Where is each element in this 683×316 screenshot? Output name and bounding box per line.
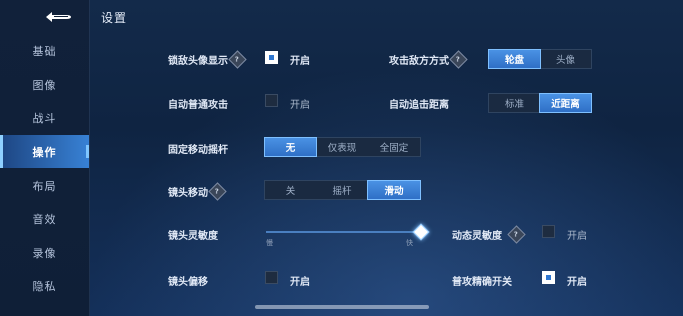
attack-mode-option-wheel[interactable]: 轮盘 (488, 49, 541, 69)
precise-attack-state: 开启 (567, 277, 587, 288)
lock-avatar-checkbox[interactable] (265, 51, 278, 64)
slider-min-label: 慢 (266, 239, 273, 247)
attack-mode-option-avatar[interactable]: 头像 (540, 50, 591, 68)
fixed-joystick-option-none[interactable]: 无 (264, 137, 317, 157)
help-icon[interactable]: ? (449, 50, 468, 69)
dynamic-sensitivity-checkbox[interactable] (542, 225, 555, 238)
help-icon[interactable]: ? (208, 182, 227, 201)
attack-mode-segmented: 轮盘 头像 (488, 49, 592, 69)
fixed-joystick-label: 固定移动摇杆 (168, 145, 228, 156)
camera-move-option-swipe[interactable]: 滑动 (367, 180, 421, 200)
auto-chase-option-standard[interactable]: 标准 (489, 94, 540, 112)
lock-avatar-state: 开启 (290, 56, 310, 67)
precise-attack-label: 普攻精确开关 (452, 277, 512, 288)
camera-offset-checkbox[interactable] (265, 271, 278, 284)
sidebar-item-privacy[interactable]: 隐私 (0, 269, 89, 302)
lock-avatar-label: 锁敌头像显示 (168, 56, 228, 67)
auto-chase-option-close[interactable]: 近距离 (539, 93, 592, 113)
auto-attack-state: 开启 (290, 100, 310, 111)
camera-sensitivity-label: 镜头灵敏度 (168, 231, 218, 242)
camera-offset-state: 开启 (290, 277, 310, 288)
auto-chase-segmented: 标准 近距离 (488, 93, 592, 113)
camera-offset-label: 镜头偏移 (168, 277, 208, 288)
camera-move-label: 镜头移动 (168, 188, 208, 199)
sidebar-item-basic[interactable]: 基础 (0, 34, 89, 67)
attack-mode-label: 攻击敌方方式 (389, 56, 449, 67)
sidebar-item-graphics[interactable]: 图像 (0, 68, 89, 101)
camera-sensitivity-track[interactable] (266, 231, 421, 233)
dynamic-sensitivity-state: 开启 (567, 231, 587, 242)
fixed-joystick-segmented: 无 仅表现 全固定 (264, 137, 421, 157)
camera-sensitivity-thumb[interactable] (412, 223, 430, 241)
fixed-joystick-option-visual[interactable]: 仅表现 (316, 138, 368, 156)
page-title: 设置 (101, 11, 128, 25)
home-indicator[interactable] (255, 305, 429, 309)
sidebar-item-controls[interactable]: 操作 (0, 135, 89, 168)
dynamic-sensitivity-label: 动态灵敏度 (452, 231, 502, 242)
sidebar-item-replay[interactable]: 录像 (0, 236, 89, 269)
slider-max-label: 快 (406, 239, 413, 247)
auto-attack-checkbox[interactable] (265, 94, 278, 107)
sidebar: 基础 图像 战斗 操作 布局 音效 录像 隐私 (0, 0, 90, 316)
sidebar-item-combat[interactable]: 战斗 (0, 101, 89, 134)
back-arrow-icon[interactable] (40, 9, 74, 25)
help-icon[interactable]: ? (507, 225, 526, 244)
sidebar-item-sound[interactable]: 音效 (0, 202, 89, 235)
fixed-joystick-option-full[interactable]: 全固定 (368, 138, 420, 156)
help-icon[interactable]: ? (228, 50, 247, 69)
camera-move-option-joystick[interactable]: 摇杆 (316, 181, 368, 199)
sidebar-item-layout[interactable]: 布局 (0, 169, 89, 202)
camera-move-segmented: 关 摇杆 滑动 (264, 180, 421, 200)
camera-move-option-off[interactable]: 关 (265, 181, 316, 199)
precise-attack-checkbox[interactable] (542, 271, 555, 284)
auto-attack-label: 自动普通攻击 (168, 100, 228, 111)
auto-chase-label: 自动追击距离 (389, 100, 449, 111)
